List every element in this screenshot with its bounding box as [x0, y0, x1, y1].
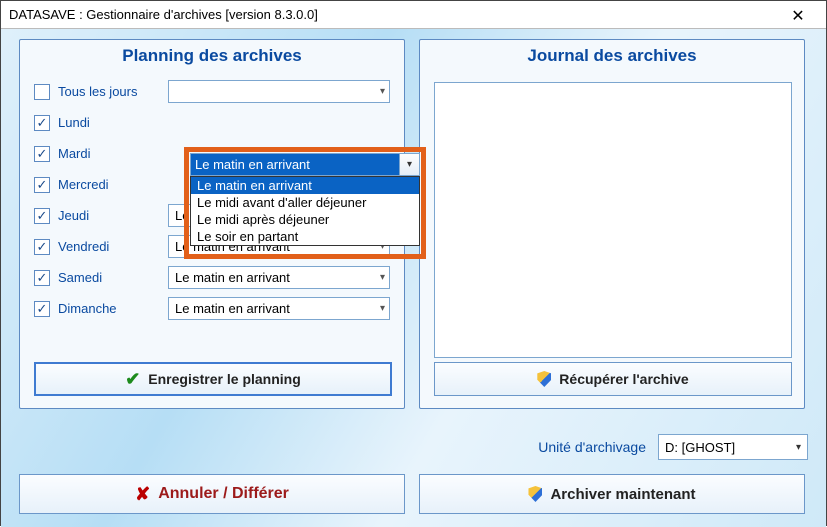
chevron-down-icon[interactable]: ▾	[399, 154, 419, 175]
app-window: DATASAVE : Gestionnaire d'archives [vers…	[0, 0, 827, 526]
title-bar: DATASAVE : Gestionnaire d'archives [vers…	[1, 1, 826, 29]
close-button[interactable]: ✕	[778, 3, 818, 27]
checkbox-mercredi[interactable]	[34, 177, 50, 193]
checkbox-samedi[interactable]	[34, 270, 50, 286]
dropdown-selected[interactable]: Le matin en arrivant ▾	[190, 153, 420, 176]
archive-unit-label: Unité d'archivage	[538, 439, 646, 455]
label-mardi: Mardi	[58, 146, 168, 161]
chevron-down-icon: ▾	[380, 272, 385, 283]
combo-samedi-value: Le matin en arrivant	[175, 270, 290, 285]
chevron-down-icon: ▾	[380, 303, 385, 314]
shield-icon	[528, 486, 542, 502]
time-dropdown-open: Le matin en arrivant ▾ Le matin en arriv…	[190, 153, 420, 246]
label-jeudi: Jeudi	[58, 208, 168, 223]
row-dimanche: Dimanche Le matin en arrivant ▾	[34, 293, 390, 324]
window-title: DATASAVE : Gestionnaire d'archives [vers…	[9, 1, 318, 29]
row-everyday: Tous les jours ▾	[34, 76, 390, 107]
save-planning-button[interactable]: ✔ Enregistrer le planning	[34, 362, 392, 396]
combo-samedi[interactable]: Le matin en arrivant ▾	[168, 266, 390, 289]
archive-now-label: Archiver maintenant	[550, 486, 695, 503]
recover-archive-label: Récupérer l'archive	[559, 371, 688, 387]
cancel-button[interactable]: ✘ Annuler / Différer	[19, 474, 405, 514]
save-planning-label: Enregistrer le planning	[148, 371, 300, 387]
checkbox-vendredi[interactable]	[34, 239, 50, 255]
recover-archive-button[interactable]: Récupérer l'archive	[434, 362, 792, 396]
archive-unit-value: D: [GHOST]	[665, 440, 735, 455]
cancel-label: Annuler / Différer	[158, 485, 289, 503]
dropdown-option[interactable]: Le soir en partant	[191, 228, 419, 245]
chevron-down-icon: ▾	[380, 86, 385, 97]
label-everyday: Tous les jours	[58, 84, 168, 99]
dropdown-option[interactable]: Le midi après déjeuner	[191, 211, 419, 228]
label-mercredi: Mercredi	[58, 177, 168, 192]
label-dimanche: Dimanche	[58, 301, 168, 316]
combo-everyday[interactable]: ▾	[168, 80, 390, 103]
check-icon: ✔	[125, 369, 140, 390]
combo-dimanche-value: Le matin en arrivant	[175, 301, 290, 316]
label-vendredi: Vendredi	[58, 239, 168, 254]
planning-group: Planning des archives Tous les jours ▾ L…	[19, 39, 405, 409]
dropdown-option[interactable]: Le matin en arrivant	[191, 177, 419, 194]
combo-dimanche[interactable]: Le matin en arrivant ▾	[168, 297, 390, 320]
cross-icon: ✘	[135, 484, 150, 505]
label-lundi: Lundi	[58, 115, 168, 130]
archive-now-button[interactable]: Archiver maintenant	[419, 474, 805, 514]
archive-unit-select[interactable]: D: [GHOST] ▾	[658, 434, 808, 460]
chevron-down-icon: ▾	[796, 442, 801, 453]
label-samedi: Samedi	[58, 270, 168, 285]
journal-title: Journal des archives	[420, 40, 804, 76]
dropdown-selected-text: Le matin en arrivant	[191, 154, 399, 175]
dropdown-list: Le matin en arrivant Le midi avant d'all…	[190, 176, 420, 246]
checkbox-mardi[interactable]	[34, 146, 50, 162]
planning-title: Planning des archives	[20, 40, 404, 76]
row-samedi: Samedi Le matin en arrivant ▾	[34, 262, 390, 293]
journal-log[interactable]	[434, 82, 792, 358]
checkbox-dimanche[interactable]	[34, 301, 50, 317]
journal-group: Journal des archives Récupérer l'archive	[419, 39, 805, 409]
checkbox-everyday[interactable]	[34, 84, 50, 100]
archive-unit-row: Unité d'archivage D: [GHOST] ▾	[538, 434, 808, 460]
checkbox-lundi[interactable]	[34, 115, 50, 131]
checkbox-jeudi[interactable]	[34, 208, 50, 224]
dropdown-option[interactable]: Le midi avant d'aller déjeuner	[191, 194, 419, 211]
shield-icon	[537, 371, 551, 387]
row-lundi: Lundi	[34, 107, 390, 138]
client-area: Planning des archives Tous les jours ▾ L…	[1, 29, 826, 527]
